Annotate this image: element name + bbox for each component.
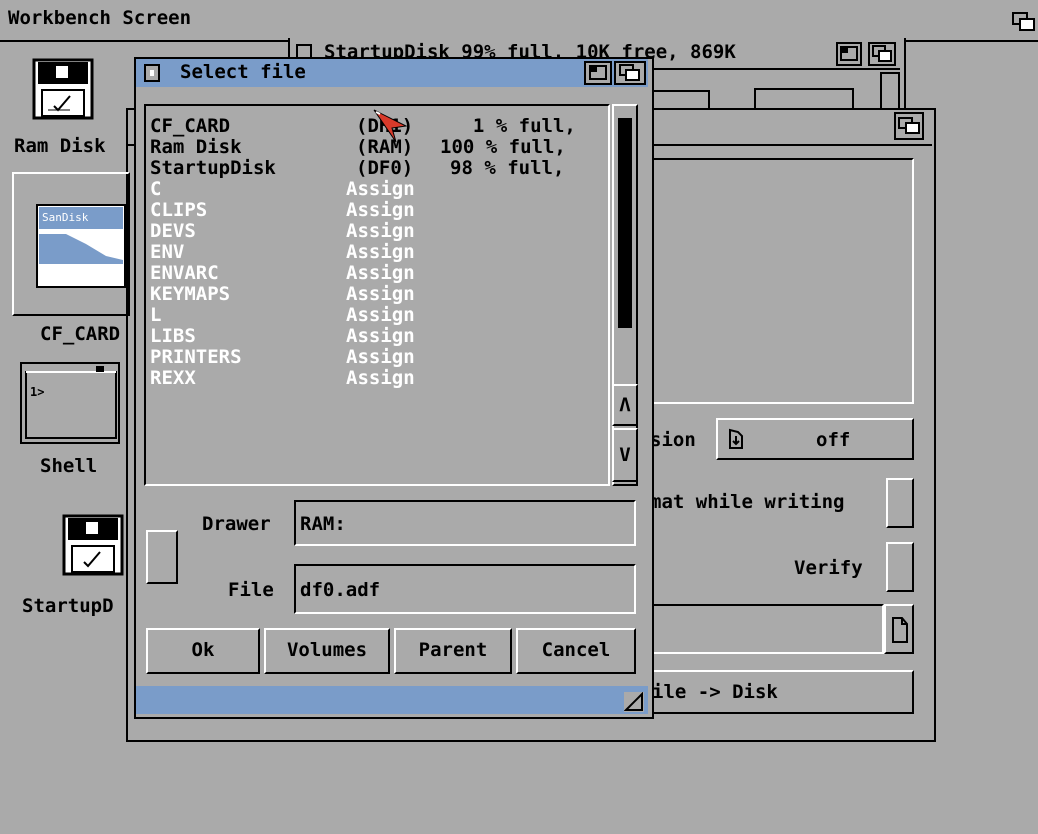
zoom-icon[interactable] — [584, 61, 612, 85]
entry-type: Assign — [346, 262, 415, 284]
requester-bottom-border — [136, 686, 648, 714]
entry-name: ENV — [150, 241, 185, 263]
zoom-icon[interactable] — [836, 42, 862, 66]
entry-name: C — [150, 178, 162, 200]
mode-value: off — [816, 429, 851, 451]
list-item[interactable]: L Assign — [150, 305, 606, 326]
path-field[interactable] — [640, 604, 884, 654]
entry-type: Assign — [346, 325, 415, 347]
list-item[interactable]: C Assign — [150, 179, 606, 200]
shell-icon[interactable]: 1> — [20, 362, 120, 444]
scrollbar[interactable] — [880, 72, 900, 112]
depth-icon[interactable] — [868, 42, 896, 66]
entry-type: Assign — [346, 178, 415, 200]
file-icon — [890, 616, 910, 644]
scrollbar-knob[interactable] — [618, 118, 632, 328]
entry-type: Assign — [346, 220, 415, 242]
file-label: File — [228, 579, 274, 601]
sandisk-card-icon[interactable]: SanDisk — [36, 204, 126, 288]
format-checkbox[interactable] — [886, 478, 914, 528]
screen-depth-icon[interactable] — [1012, 12, 1036, 32]
entry-info: 1 % full, — [472, 115, 576, 137]
verify-label: Verify — [794, 557, 863, 579]
entry-type: Assign — [346, 283, 415, 305]
parent-label: Parent — [418, 639, 488, 661]
list-item[interactable]: ENV Assign — [150, 242, 606, 263]
file-to-disk-label: ile -> Disk — [652, 681, 778, 703]
list-item[interactable]: ENVARC Assign — [150, 263, 606, 284]
resize-handle-icon[interactable] — [623, 691, 644, 712]
cycle-icon — [726, 428, 748, 452]
mode-label: sion — [650, 429, 696, 451]
depth-icon[interactable] — [614, 61, 646, 85]
ram-disk-label[interactable]: Ram Disk — [14, 136, 106, 156]
entry-name: CF_CARD — [150, 115, 231, 137]
list-item[interactable]: LIBS Assign — [150, 326, 606, 347]
format-label: mat while writing — [650, 491, 845, 513]
entry-type: (DF0) — [356, 157, 414, 179]
file-list-entries: CF_CARD(DH1) 1 % full, Ram Disk(RAM)100 … — [150, 116, 606, 389]
entry-type: Assign — [346, 304, 415, 326]
drawer-value: RAM: — [300, 513, 346, 535]
cancel-label: Cancel — [541, 639, 611, 661]
scroll-up-button[interactable]: Λ — [612, 384, 638, 426]
entry-name: DEVS — [150, 220, 196, 242]
list-item[interactable]: REXX Assign — [150, 368, 606, 389]
scroll-down-button[interactable]: V — [612, 428, 638, 482]
entry-info: 98 % full, — [450, 157, 565, 179]
ok-label: Ok — [191, 639, 215, 661]
volumes-label: Volumes — [286, 639, 368, 661]
svg-text:1>: 1> — [30, 385, 44, 399]
file-value: df0.adf — [300, 579, 381, 601]
entry-type: Assign — [346, 367, 415, 389]
entry-name: PRINTERS — [150, 346, 242, 368]
entry-name: L — [150, 304, 162, 326]
entry-type: Assign — [346, 346, 415, 368]
close-icon[interactable] — [144, 64, 160, 82]
startupdisk-label[interactable]: StartupD — [22, 596, 114, 616]
entry-name: Ram Disk — [150, 136, 242, 158]
mark-box[interactable] — [146, 530, 178, 584]
floppy-disk-icon[interactable] — [60, 514, 130, 578]
floppy-disk-icon[interactable] — [30, 58, 100, 122]
svg-text:SanDisk: SanDisk — [42, 211, 89, 224]
depth-icon[interactable] — [894, 112, 924, 140]
entry-info: 100 % full, — [440, 136, 566, 158]
screen-title: Workbench Screen — [8, 7, 192, 29]
entry-name: ENVARC — [150, 262, 219, 284]
entry-name: REXX — [150, 367, 196, 389]
list-item[interactable]: DEVS Assign — [150, 221, 606, 242]
entry-name: LIBS — [150, 325, 196, 347]
entry-name: StartupDisk — [150, 157, 276, 179]
tool-display-area — [640, 158, 914, 404]
cf-card-label[interactable]: CF_CARD — [40, 324, 120, 344]
list-item[interactable]: KEYMAPS Assign — [150, 284, 606, 305]
shell-label[interactable]: Shell — [40, 456, 97, 476]
entry-type: Assign — [346, 199, 415, 221]
requester-title: Select file — [180, 61, 306, 83]
entry-name: KEYMAPS — [150, 283, 231, 305]
entry-name: CLIPS — [150, 199, 208, 221]
verify-checkbox[interactable] — [886, 542, 914, 592]
list-item[interactable]: PRINTERS Assign — [150, 347, 606, 368]
list-item[interactable]: StartupDisk (DF0) 98 % full, — [150, 158, 606, 179]
entry-type: Assign — [346, 241, 415, 263]
drawer-label: Drawer — [202, 513, 271, 535]
mouse-pointer-icon — [372, 108, 412, 148]
list-item[interactable]: CLIPS Assign — [150, 200, 606, 221]
